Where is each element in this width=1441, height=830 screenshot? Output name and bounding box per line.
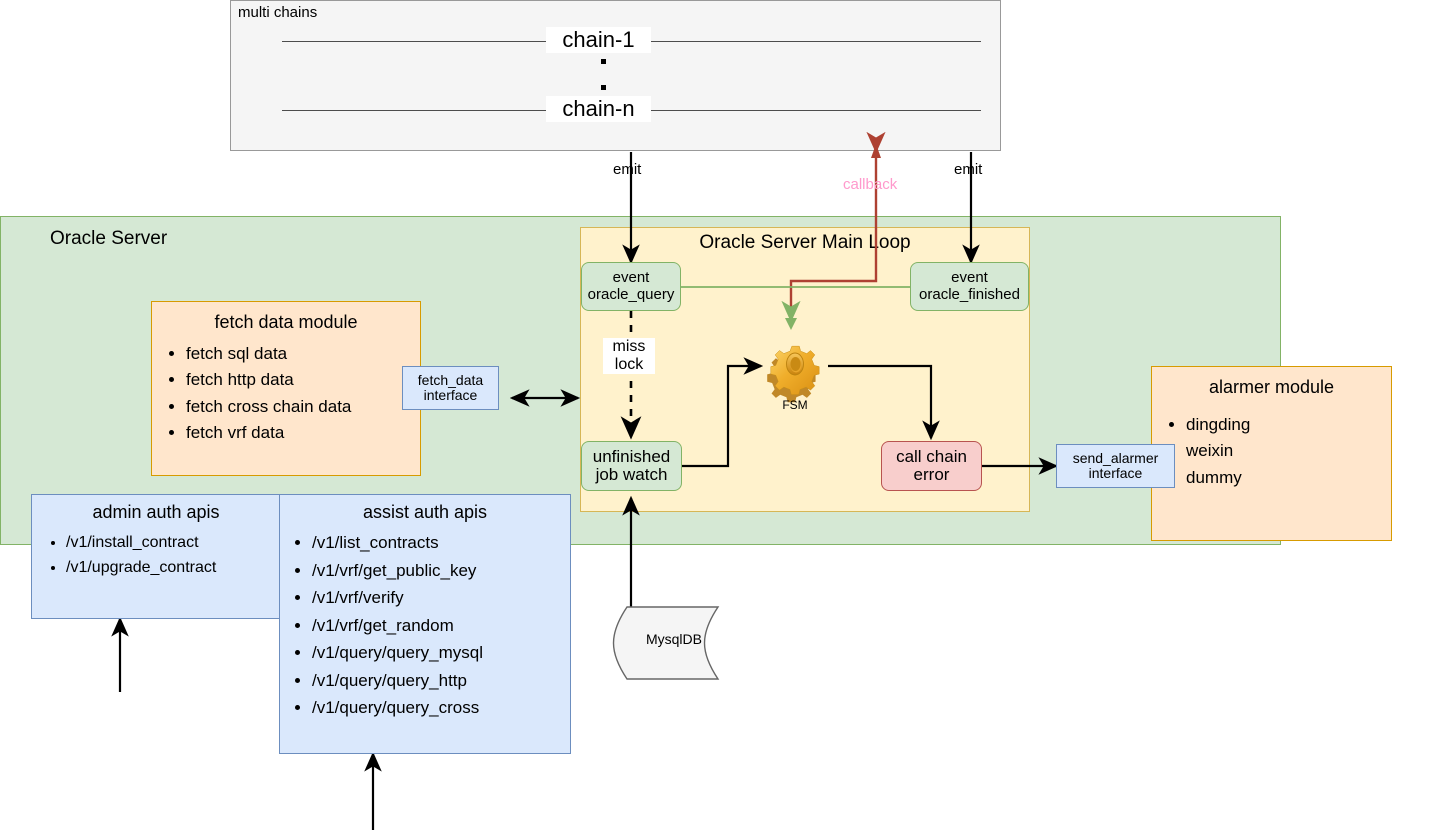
node-event-oracle-query[interactable]: event oracle_query bbox=[581, 262, 681, 311]
list-item: weixin bbox=[1186, 438, 1391, 464]
miss-lock-line2: lock bbox=[614, 355, 644, 373]
callback-label: callback bbox=[843, 176, 898, 193]
node-unfinished-job-watch[interactable]: unfinished job watch bbox=[581, 441, 682, 491]
list-item: /v1/vrf/get_random bbox=[312, 612, 570, 640]
chain-n-label: chain-n bbox=[546, 96, 651, 122]
database-label: MysqlDB bbox=[645, 631, 702, 647]
fetch-data-module-title: fetch data module bbox=[214, 312, 358, 332]
diagram-canvas: multi chains chain-1 chain-n Oracle Serv… bbox=[0, 0, 1441, 830]
unfinished-job-watch-line1: unfinished bbox=[592, 446, 671, 466]
multi-chains-container bbox=[230, 0, 1001, 151]
event-oracle-finished-line1: event bbox=[951, 269, 988, 287]
admin-auth-apis-title: admin auth apis bbox=[92, 502, 220, 522]
assist-auth-apis-title: assist auth apis bbox=[362, 502, 488, 522]
alarmer-module-title: alarmer module bbox=[1208, 377, 1335, 397]
assist-auth-apis-module: assist auth apis /v1/list_contracts /v1/… bbox=[279, 494, 571, 754]
fetch-data-module: fetch data module fetch sql data fetch h… bbox=[151, 301, 421, 476]
list-item: fetch cross chain data bbox=[186, 394, 420, 420]
node-event-oracle-finished[interactable]: event oracle_finished bbox=[910, 262, 1029, 311]
list-item: fetch vrf data bbox=[186, 420, 420, 446]
main-loop-title: Oracle Server Main Loop bbox=[699, 232, 911, 253]
list-item: /v1/install_contract bbox=[66, 531, 280, 556]
event-oracle-query-line2: oracle_query bbox=[587, 285, 675, 303]
multi-chains-title: multi chains bbox=[238, 4, 318, 21]
fetch-data-interface-line1: fetch_data bbox=[417, 371, 484, 388]
event-oracle-query-line1: event bbox=[612, 269, 650, 287]
alarmer-module: alarmer module dingding weixin dummy bbox=[1151, 366, 1392, 541]
list-item: dummy bbox=[1186, 465, 1391, 491]
chain-1-label: chain-1 bbox=[546, 27, 651, 53]
call-chain-error-line1: call chain bbox=[896, 446, 967, 466]
list-item: /v1/upgrade_contract bbox=[66, 556, 280, 581]
miss-lock-line1: miss bbox=[612, 338, 646, 355]
vertical-dot-1 bbox=[601, 59, 606, 64]
list-item: fetch http data bbox=[186, 367, 420, 393]
list-item: /v1/list_contracts bbox=[312, 529, 570, 557]
admin-auth-apis-list: /v1/install_contract /v1/upgrade_contrac… bbox=[32, 531, 280, 581]
fetch-data-interface-line2: interface bbox=[423, 387, 478, 403]
vertical-dot-2 bbox=[601, 85, 606, 90]
send-alarmer-interface-line1: send_alarmer bbox=[1072, 449, 1159, 466]
call-chain-error-line2: error bbox=[913, 465, 950, 484]
fetch-data-module-list: fetch sql data fetch http data fetch cro… bbox=[152, 341, 420, 446]
assist-auth-apis-list: /v1/list_contracts /v1/vrf/get_public_ke… bbox=[280, 529, 570, 722]
node-call-chain-error[interactable]: call chain error bbox=[881, 441, 982, 491]
list-item: /v1/query/query_http bbox=[312, 667, 570, 695]
event-oracle-finished-line2: oracle_finished bbox=[919, 285, 1020, 303]
unfinished-job-watch-line2: job watch bbox=[595, 465, 668, 484]
list-item: /v1/query/query_mysql bbox=[312, 639, 570, 667]
emit-left-label: emit bbox=[613, 161, 642, 178]
send-alarmer-interface[interactable]: send_alarmer interface bbox=[1056, 444, 1175, 488]
fsm-label: FSM bbox=[782, 398, 808, 412]
emit-right-label: emit bbox=[954, 161, 983, 178]
alarmer-module-list: dingding weixin dummy bbox=[1152, 412, 1391, 491]
miss-lock-label: miss lock bbox=[603, 338, 655, 374]
list-item: /v1/vrf/get_public_key bbox=[312, 557, 570, 585]
list-item: /v1/vrf/verify bbox=[312, 584, 570, 612]
admin-auth-apis-module: admin auth apis /v1/install_contract /v1… bbox=[31, 494, 281, 619]
list-item: fetch sql data bbox=[186, 341, 420, 367]
list-item: /v1/query/query_cross bbox=[312, 694, 570, 722]
list-item: dingding bbox=[1186, 412, 1391, 438]
oracle-server-title: Oracle Server bbox=[50, 228, 168, 249]
fetch-data-interface[interactable]: fetch_data interface bbox=[402, 366, 499, 410]
send-alarmer-interface-line2: interface bbox=[1088, 465, 1143, 481]
